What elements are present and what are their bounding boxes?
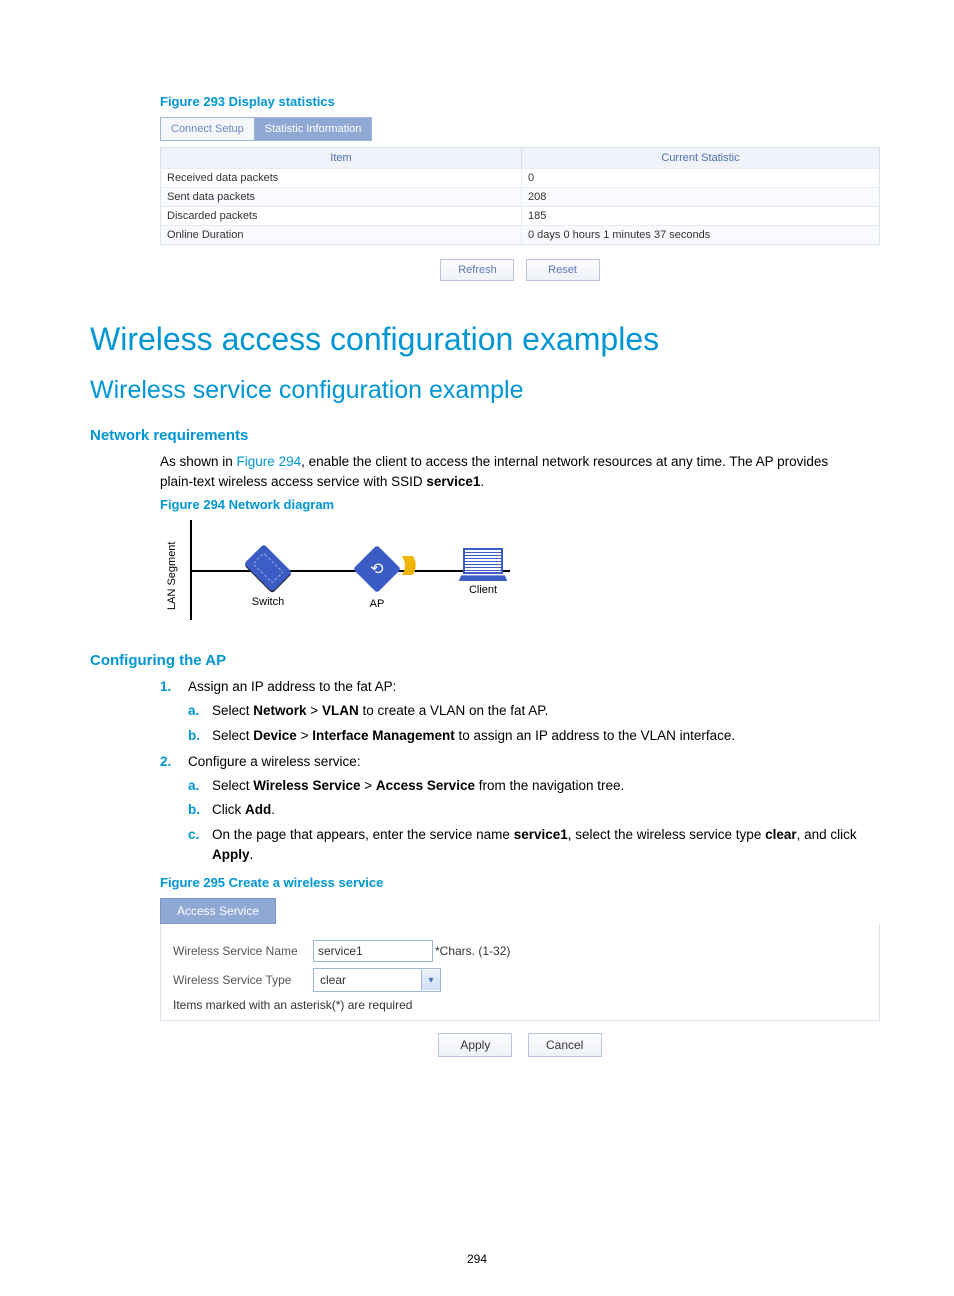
- name-hint: *Chars. (1-32): [435, 944, 510, 958]
- col-header-stat: Current Statistic: [522, 148, 879, 168]
- switch-label: Switch: [248, 596, 288, 608]
- client-icon: [460, 548, 506, 578]
- table-cell: Online Duration: [161, 226, 522, 244]
- cancel-button[interactable]: Cancel: [528, 1033, 602, 1057]
- tab-statistic-information[interactable]: Statistic Information: [255, 117, 373, 141]
- step-1b: b.Select Device > Interface Management t…: [188, 726, 864, 746]
- wireless-waves-icon: )))): [402, 554, 413, 577]
- tab-connect-setup[interactable]: Connect Setup: [160, 117, 255, 141]
- ap-icon: ⟲: [353, 545, 401, 593]
- figure-294-caption: Figure 294 Network diagram: [160, 497, 864, 512]
- figure-294-link[interactable]: Figure 294: [237, 454, 302, 469]
- step-2: 2. Configure a wireless service: a.Selec…: [160, 752, 864, 865]
- table-cell: Sent data packets: [161, 188, 522, 206]
- wireless-service-type-label: Wireless Service Type: [173, 973, 313, 987]
- heading-configuring-ap: Configuring the AP: [90, 652, 864, 669]
- tab-access-service[interactable]: Access Service: [160, 898, 276, 924]
- page-number: 294: [0, 1252, 954, 1266]
- client-label: Client: [460, 584, 506, 596]
- ap-label: AP: [360, 598, 394, 610]
- step-2c: c.On the page that appears, enter the se…: [188, 825, 864, 866]
- table-cell: 0: [522, 169, 879, 187]
- figure-293-caption: Figure 293 Display statistics: [160, 94, 864, 109]
- figure-293: Connect Setup Statistic Information Item…: [160, 117, 880, 281]
- chevron-down-icon: ▾: [421, 970, 440, 990]
- step-2a: a.Select Wireless Service > Access Servi…: [188, 776, 864, 796]
- wireless-service-name-label: Wireless Service Name: [173, 944, 313, 958]
- figure-295-caption: Figure 295 Create a wireless service: [160, 875, 864, 890]
- required-note: Items marked with an asterisk(*) are req…: [173, 998, 867, 1012]
- step-1: 1. Assign an IP address to the fat AP: a…: [160, 677, 864, 746]
- heading-2: Wireless service configuration example: [90, 376, 864, 405]
- apply-button[interactable]: Apply: [438, 1033, 512, 1057]
- reset-button[interactable]: Reset: [526, 259, 600, 281]
- figure-295: Access Service Wireless Service Name *Ch…: [160, 898, 880, 1057]
- wireless-service-type-select[interactable]: clear ▾: [313, 968, 441, 992]
- refresh-button[interactable]: Refresh: [440, 259, 514, 281]
- heading-1: Wireless access configuration examples: [90, 321, 864, 358]
- heading-network-requirements: Network requirements: [90, 427, 864, 444]
- wireless-service-name-input[interactable]: [313, 940, 433, 962]
- network-requirements-paragraph: As shown in Figure 294, enable the clien…: [160, 452, 864, 491]
- lan-segment-label: LAN Segment: [166, 542, 178, 610]
- switch-icon: [244, 544, 292, 592]
- step-1a: a.Select Network > VLAN to create a VLAN…: [188, 701, 864, 721]
- table-cell: 0 days 0 hours 1 minutes 37 seconds: [522, 226, 879, 244]
- figure-294: LAN Segment Switch ⟲ AP )))) Client: [160, 520, 540, 630]
- col-header-item: Item: [161, 148, 522, 168]
- table-cell: 208: [522, 188, 879, 206]
- table-cell: Received data packets: [161, 169, 522, 187]
- step-2b: b.Click Add.: [188, 800, 864, 820]
- table-cell: 185: [522, 207, 879, 225]
- table-cell: Discarded packets: [161, 207, 522, 225]
